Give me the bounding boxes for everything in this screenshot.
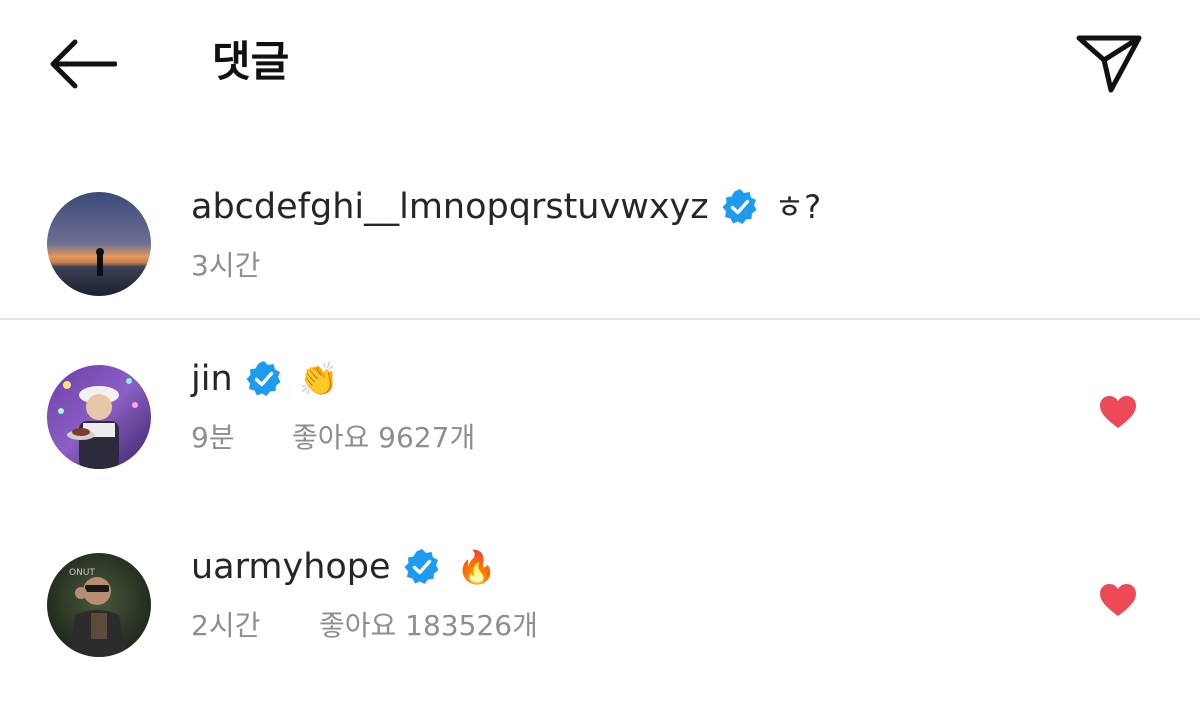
comment-meta: 2시간 좋아요 183526개 (191, 604, 538, 644)
comment-text: 👏 (298, 360, 339, 398)
timestamp: 9분 (191, 421, 235, 454)
like-count[interactable]: 좋아요 183526개 (319, 604, 538, 644)
comment-header: uarmyhope 🔥 (191, 545, 496, 589)
back-arrow-icon (50, 39, 117, 89)
heart-icon[interactable] (1098, 582, 1138, 618)
username[interactable]: jin (191, 357, 233, 401)
timestamp: 3시간 (191, 249, 261, 282)
verified-badge-icon (403, 548, 441, 586)
avatar[interactable] (47, 365, 151, 469)
divider (0, 318, 1200, 320)
caption-header: abcdefghi__lmnopqrstuvwxyz ㅎ? (191, 185, 821, 229)
svg-text:ONUT: ONUT (69, 568, 95, 578)
paper-plane-icon (1076, 35, 1142, 93)
verified-badge-icon (245, 360, 283, 398)
avatar[interactable]: ONUT (47, 553, 151, 657)
username[interactable]: abcdefghi__lmnopqrstuvwxyz (191, 185, 709, 229)
caption-row: abcdefghi__lmnopqrstuvwxyz ㅎ? 3시간 (0, 180, 1200, 310)
comment-meta: 9분 좋아요 9627개 (191, 416, 475, 456)
top-bar: 댓글 (0, 0, 1200, 130)
comment-text: ㅎ? (774, 188, 822, 226)
comment-row: ONUT uarmyhope 🔥 2시간 좋아요 183526개 (0, 540, 1200, 670)
comment-text: 🔥 (456, 548, 497, 586)
comment-row: jin 👏 9분 좋아요 9627개 (0, 352, 1200, 482)
page-title: 댓글 (212, 37, 290, 86)
avatar[interactable] (47, 192, 151, 296)
heart-icon[interactable] (1098, 394, 1138, 430)
share-button[interactable] (1068, 28, 1148, 98)
timestamp: 2시간 (191, 609, 261, 642)
caption-meta: 3시간 (191, 244, 260, 284)
back-button[interactable] (44, 32, 120, 96)
username[interactable]: uarmyhope (191, 545, 391, 589)
comment-header: jin 👏 (191, 357, 338, 401)
like-count[interactable]: 좋아요 9627개 (292, 416, 475, 456)
verified-badge-icon (721, 188, 759, 226)
